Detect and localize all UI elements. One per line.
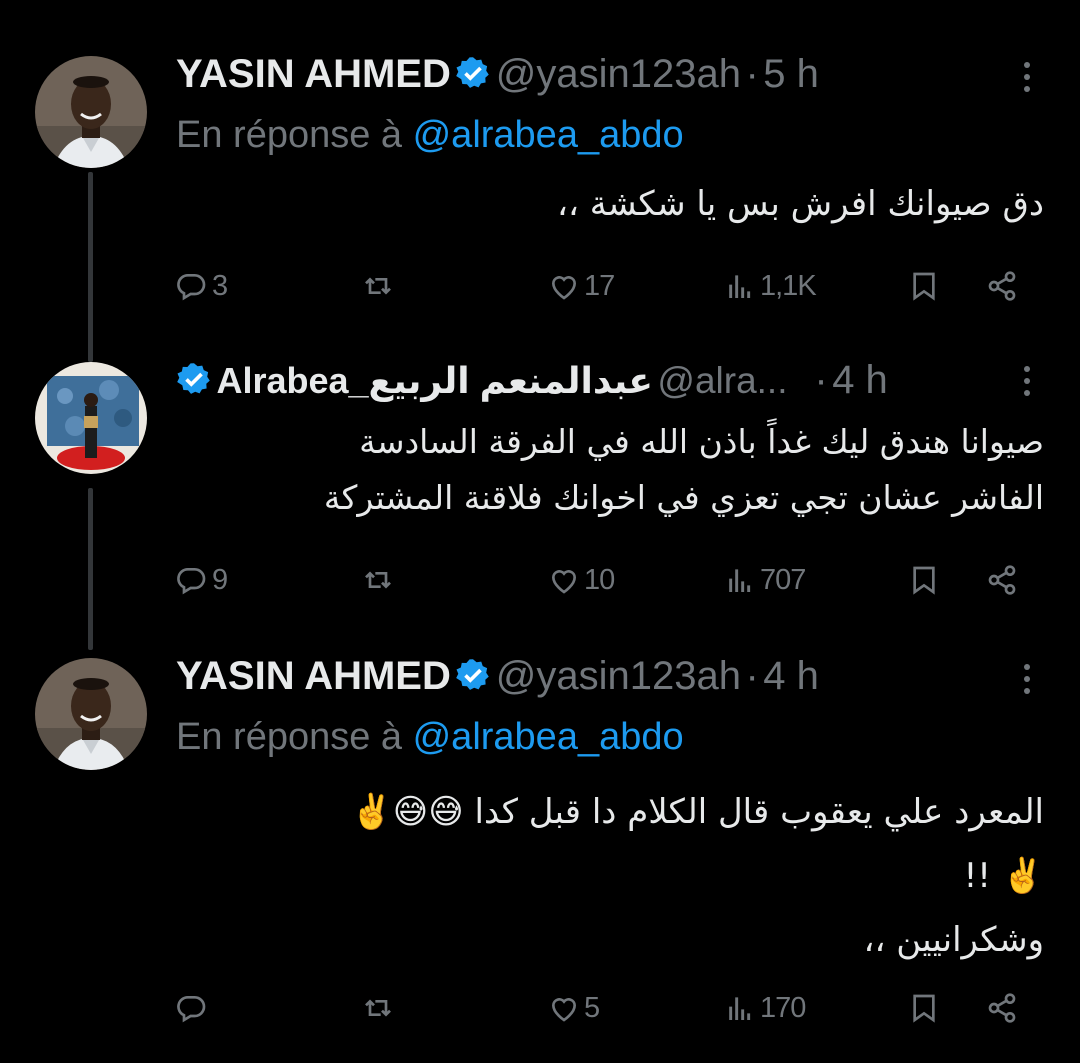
more-icon[interactable] [1020,664,1034,704]
avatar-yasin[interactable] [35,658,147,770]
share-icon [988,993,1016,1023]
tweet-text-line: المعرد علي يعقوب قال الكلام دا قبل كدا 😅… [350,792,1044,832]
like-count: 5 [584,991,600,1024]
reply-mention-link[interactable]: @alrabea_abdo [413,716,684,758]
reply-prefix: En réponse à [176,716,413,758]
reply-context: En réponse à @alrabea_abdo [176,716,684,759]
retweet-button[interactable] [362,988,398,1028]
tweet-text-line: ✌️ !! [963,856,1044,896]
reply-button[interactable] [176,988,212,1028]
views-button[interactable]: 170 [724,988,806,1028]
reply-icon [177,995,206,1023]
tweet-text-line: وشكرانيين ،، [863,920,1044,960]
like-icon [551,998,577,1022]
tweet-3[interactable]: YASIN AHMED @yasin123ah · 4 h En réponse… [0,0,1080,1063]
bookmark-icon [913,994,935,1023]
like-button[interactable]: 5 [548,988,600,1028]
tweet-text: المعرد علي يعقوب قال الكلام دا قبل كدا 😅… [176,780,1044,972]
tweet-header: YASIN AHMED @yasin123ah · 4 h [176,654,1020,704]
retweet-icon [365,999,391,1017]
verified-badge-icon [456,659,490,690]
timestamp[interactable]: 4 h [763,654,819,698]
action-bar: 5 170 [176,988,1036,1028]
views-count: 170 [760,991,806,1024]
author-name[interactable]: YASIN AHMED [176,654,451,698]
author-handle[interactable]: @yasin123ah [496,654,741,698]
share-button[interactable] [986,988,1018,1028]
bookmark-button[interactable] [908,988,940,1028]
views-icon [729,997,751,1020]
separator-dot: · [745,654,759,698]
